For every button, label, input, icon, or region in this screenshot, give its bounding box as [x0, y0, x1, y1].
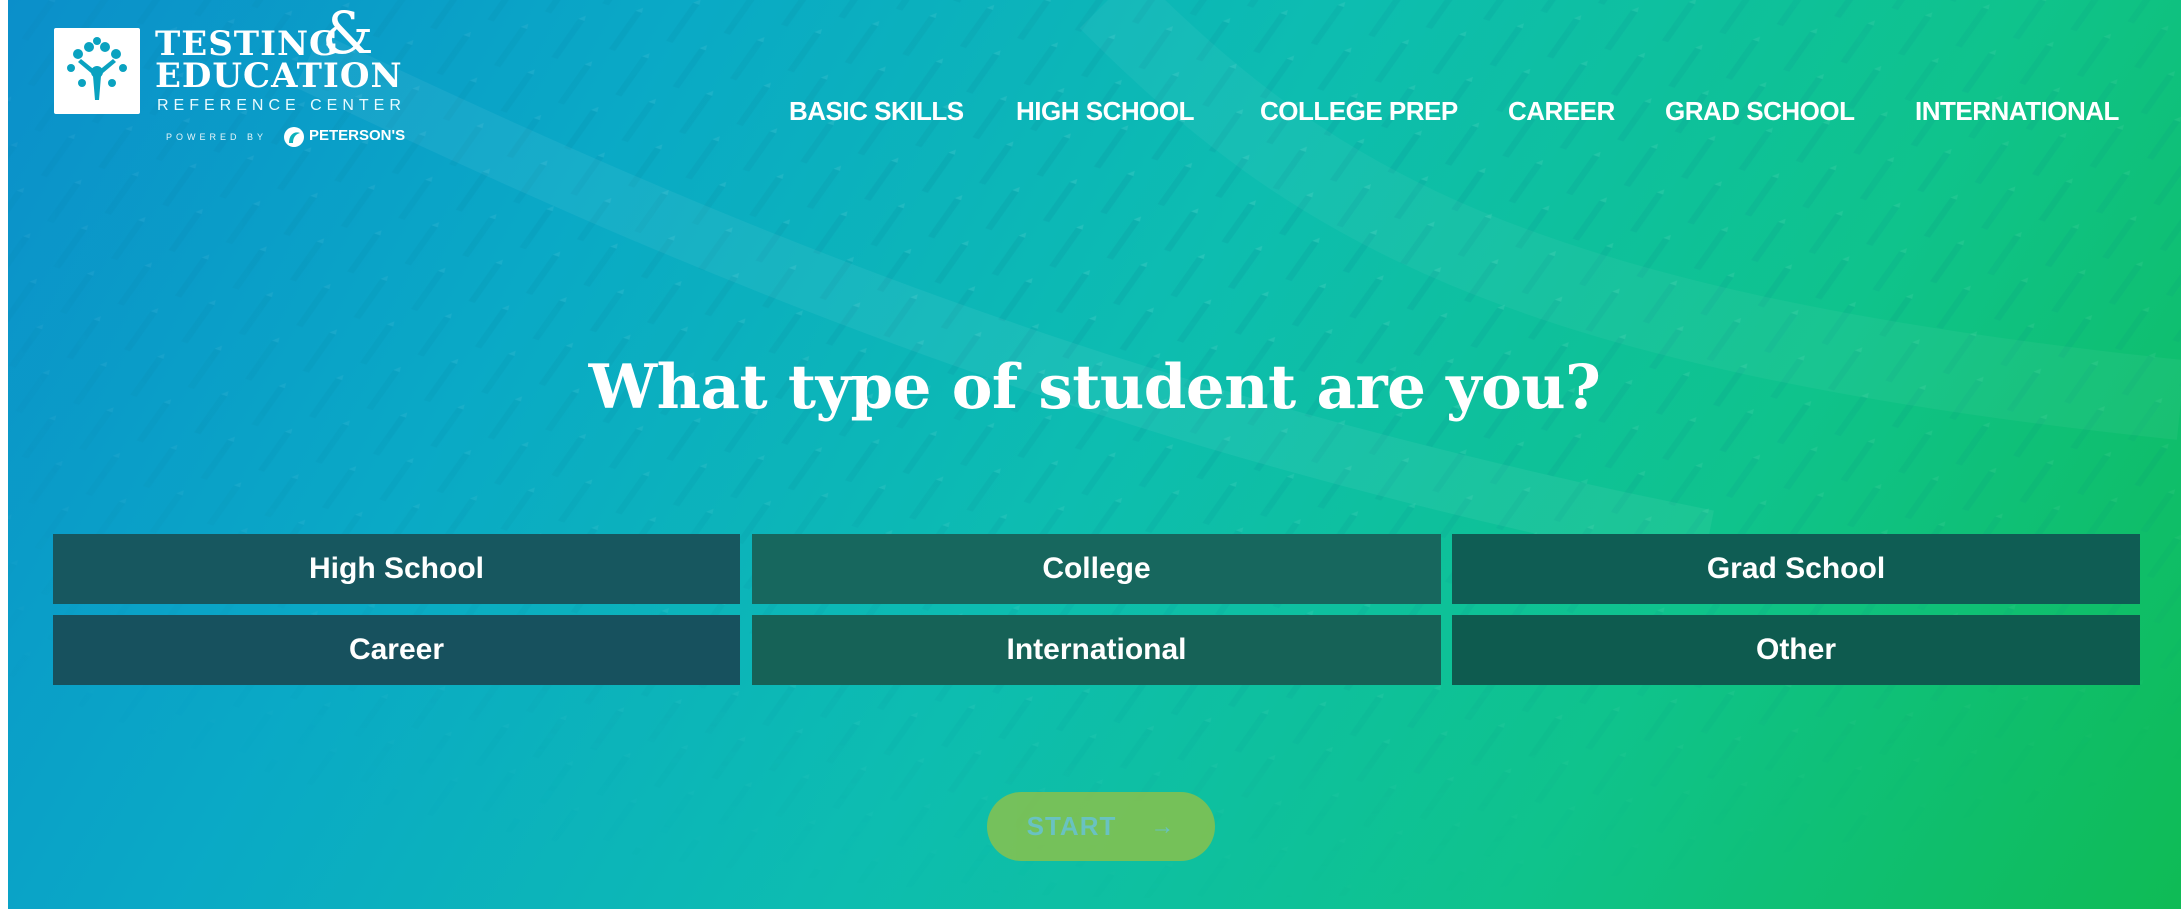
page-title: What type of student are you?	[588, 352, 1601, 423]
hero-section: TESTING & EDUCATION REFERENCE CENTER POW…	[8, 0, 2181, 909]
nav-career[interactable]: CAREER	[1508, 96, 1615, 127]
option-career[interactable]: Career	[53, 615, 740, 685]
logo-subtitle: REFERENCE CENTER	[157, 97, 406, 114]
option-other[interactable]: Other	[1452, 615, 2140, 685]
nav-high-school[interactable]: HIGH SCHOOL	[1016, 96, 1194, 127]
nav-international[interactable]: INTERNATIONAL	[1915, 96, 2119, 127]
nav-basic-skills[interactable]: BASIC SKILLS	[789, 96, 964, 127]
nav-grad-school[interactable]: GRAD SCHOOL	[1665, 96, 1855, 127]
option-grad-school[interactable]: Grad School	[1452, 534, 2140, 604]
start-button-label: START	[1026, 811, 1117, 841]
logo-title-line2: EDUCATION	[155, 56, 403, 96]
tree-people-icon	[67, 37, 127, 100]
option-international[interactable]: International	[752, 615, 1441, 685]
logo-ampersand: &	[322, 0, 374, 67]
nav-college-prep[interactable]: COLLEGE PREP	[1260, 96, 1458, 127]
start-button[interactable]: START →	[987, 792, 1215, 861]
arrow-right-icon: →	[1150, 812, 1176, 840]
powered-by-label: POWERED BY	[166, 132, 268, 142]
option-high-school[interactable]: High School	[53, 534, 740, 604]
petersons-logo-icon	[284, 127, 304, 147]
petersons-brand: PETERSON'S	[309, 127, 406, 144]
logo-icon-box	[54, 28, 140, 114]
option-college[interactable]: College	[752, 534, 1441, 604]
